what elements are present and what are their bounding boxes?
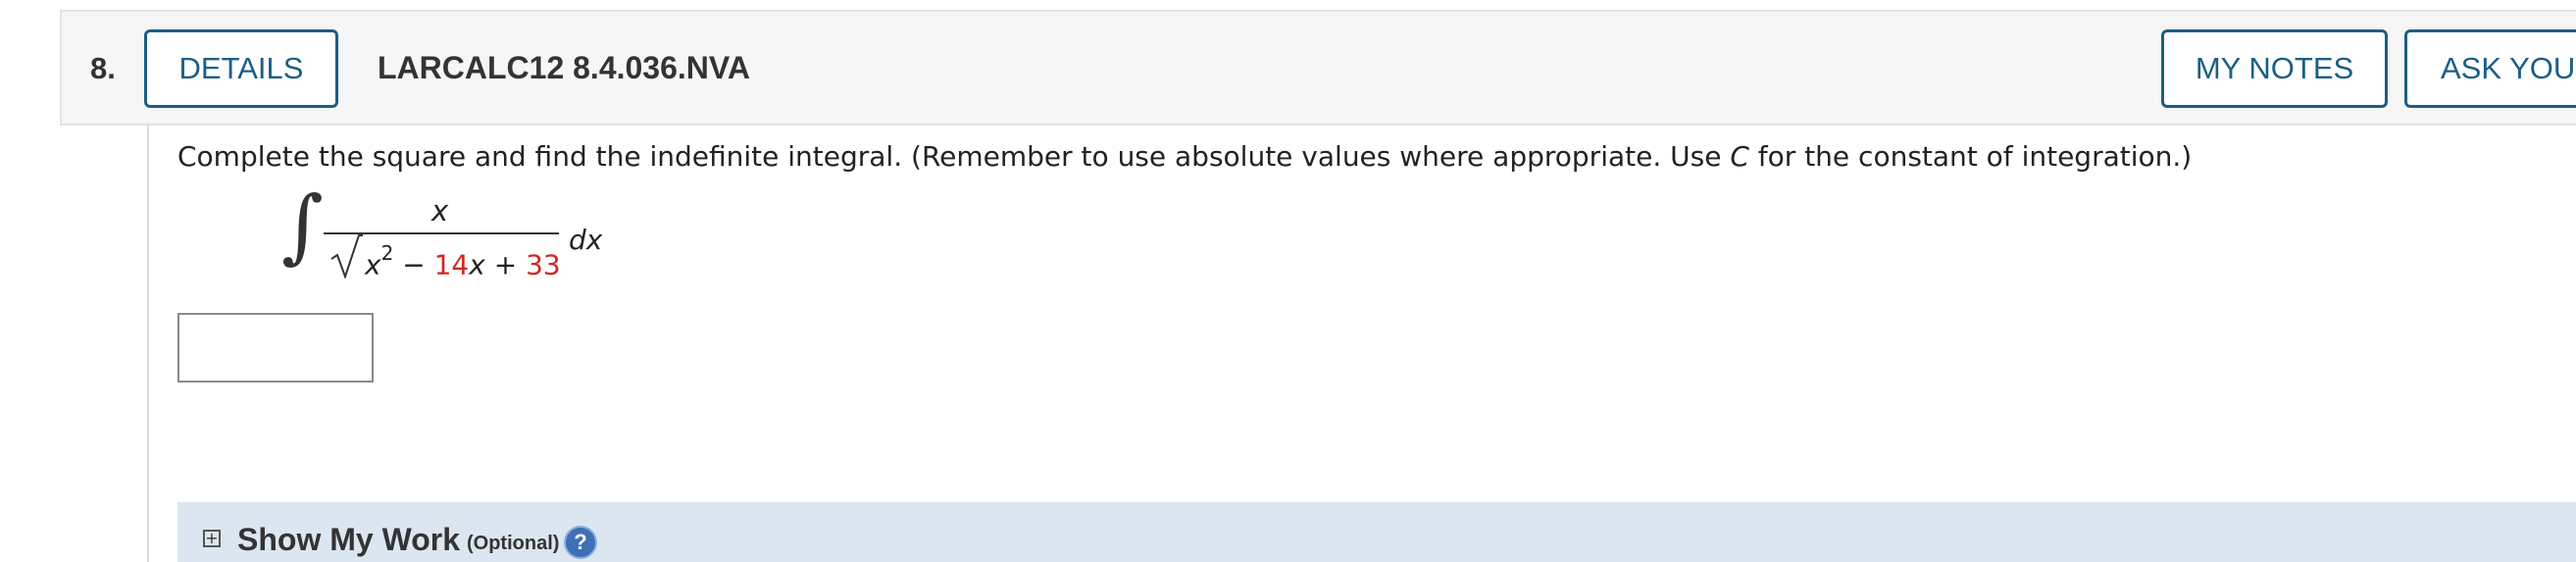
show-my-work-optional-label: (Optional) — [467, 533, 560, 554]
question-id: LARCALC12 8.4.036.NVA — [378, 50, 750, 85]
integral-sign: ∫ — [281, 179, 324, 273]
radicand-x-linear: x — [469, 248, 485, 281]
show-my-work-title[interactable]: Show My Work — [237, 522, 460, 558]
plus-box-icon[interactable]: + — [203, 530, 221, 547]
integral-numerator: x — [431, 194, 449, 228]
radicand-constant: 33 — [526, 248, 561, 281]
question-prompt: Complete the square and find the indefin… — [177, 140, 2192, 173]
question-page: 8. DETAILS LARCALC12 8.4.036.NVA MY NOTE… — [0, 0, 2576, 562]
radicand-exponent: 2 — [380, 241, 394, 265]
radicand-coefficient: 14 — [433, 248, 470, 281]
radicand-x: x — [365, 248, 381, 281]
integral-differential: dx — [569, 224, 603, 256]
prompt-text-end: for the constant of integration.) — [1748, 140, 2193, 173]
details-button[interactable]: DETAILS — [144, 29, 338, 108]
radicand-plus: + — [484, 248, 527, 281]
prompt-constant-c: C — [1730, 140, 1749, 173]
content-divider — [147, 126, 149, 562]
ask-your-teacher-button[interactable]: ASK YOUR TEACHER — [2404, 29, 2576, 108]
prompt-text-start: Complete the square and find the indefin… — [177, 140, 1731, 173]
radicand-minus: − — [393, 248, 434, 281]
square-root-icon — [330, 234, 363, 279]
help-icon[interactable]: ? — [564, 526, 597, 559]
my-notes-button[interactable]: MY NOTES — [2161, 29, 2388, 108]
question-number: 8. — [90, 51, 116, 85]
answer-input[interactable] — [177, 313, 374, 383]
integral-radicand: x2 − 14x + 33 — [365, 241, 561, 281]
